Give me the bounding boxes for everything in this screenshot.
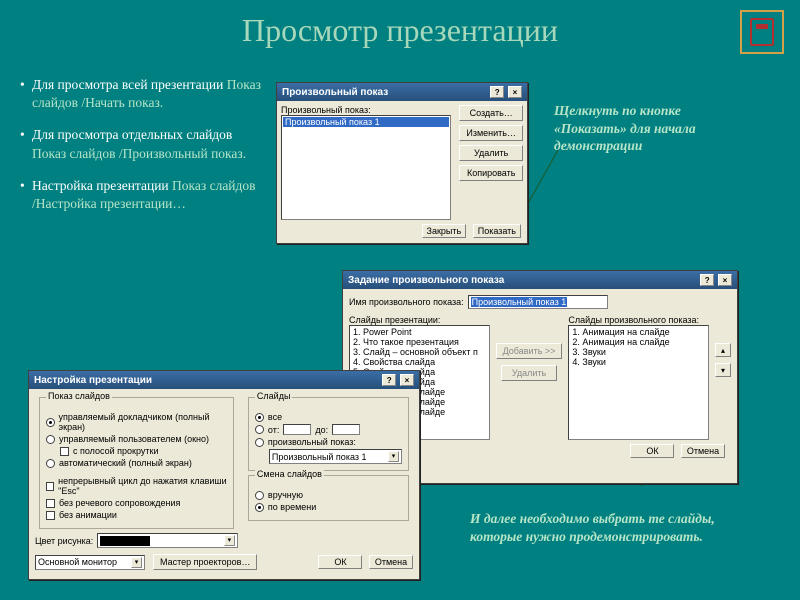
close-button[interactable]: Закрыть xyxy=(422,224,467,238)
close-icon[interactable]: × xyxy=(718,274,732,286)
custom-show-dropdown[interactable]: Произвольный показ 1 ▾ xyxy=(269,449,402,464)
add-button[interactable]: Добавить >> xyxy=(496,343,563,359)
check-no-anim[interactable]: без анимации xyxy=(46,510,227,520)
bullet-item: Для просмотра всей презентации Показ сла… xyxy=(22,76,262,112)
list-item[interactable]: 2. Что такое презентация xyxy=(351,337,488,347)
check-no-voice[interactable]: без речевого сопровождения xyxy=(46,498,227,508)
copy-button[interactable]: Копировать xyxy=(459,165,523,181)
show-button[interactable]: Показать xyxy=(473,224,521,238)
list-label: Произвольный показ: xyxy=(281,105,455,115)
delete-button[interactable]: Удалить xyxy=(459,145,523,161)
help-icon[interactable]: ? xyxy=(490,86,504,98)
dialog-title: Настройка презентации xyxy=(34,375,152,386)
radio-manual[interactable]: вручную xyxy=(255,490,402,500)
dialog-title: Задание произвольного показа xyxy=(348,275,504,286)
edit-button[interactable]: Изменить… xyxy=(459,125,523,141)
setup-show-dialog: Настройка презентации ? × Показ слайдов … xyxy=(28,370,420,580)
pen-color-dropdown[interactable]: ▾ xyxy=(97,533,238,548)
close-icon[interactable]: × xyxy=(400,374,414,386)
create-button[interactable]: Создать… xyxy=(459,105,523,121)
list-item[interactable]: 4. Свойства слайда xyxy=(351,357,488,367)
list-item[interactable]: 1. Анимация на слайде xyxy=(570,327,707,337)
bullet-list: Для просмотра всей презентации Показ сла… xyxy=(22,76,262,227)
radio-presenter[interactable]: управляемый докладчиком (полный экран) xyxy=(46,412,227,432)
list-item[interactable]: 1. Power Point xyxy=(351,327,488,337)
radio-auto[interactable]: автоматический (полный экран) xyxy=(46,458,227,468)
caption-select: И далее необходимо выбрать те слайды, ко… xyxy=(470,510,770,545)
radio-range[interactable]: от:до: xyxy=(255,424,402,435)
ok-button[interactable]: ОК xyxy=(318,555,362,569)
help-icon[interactable]: ? xyxy=(700,274,714,286)
list-item[interactable]: 3. Звуки xyxy=(570,347,707,357)
bullet-item: Для просмотра отдельных слайдов Показ сл… xyxy=(22,126,262,162)
projector-master-button[interactable]: Мастер проекторов… xyxy=(153,554,257,570)
show-name-input[interactable]: Произвольный показ 1 xyxy=(468,295,608,309)
monitor-dropdown[interactable]: Основной монитор ▾ xyxy=(35,555,145,570)
remove-button[interactable]: Удалить xyxy=(501,365,557,381)
custom-show-list[interactable]: Произвольный показ 1 xyxy=(281,115,451,220)
check-scrollbar[interactable]: с полосой прокрутки xyxy=(60,446,227,456)
show-type-group: Показ слайдов управляемый докладчиком (п… xyxy=(39,397,234,529)
list-item[interactable]: 3. Слайд – основной объект п xyxy=(351,347,488,357)
advance-group: Смена слайдов вручную по времени xyxy=(248,475,409,521)
check-loop[interactable]: непрерывный цикл до нажатия клавиши "Esc… xyxy=(46,476,227,496)
list-item[interactable]: Произвольный показ 1 xyxy=(283,117,449,127)
source-label: Слайды презентации: xyxy=(349,315,490,325)
target-slides-list[interactable]: 1. Анимация на слайде2. Анимация на слай… xyxy=(568,325,709,440)
name-label: Имя произвольного показа: xyxy=(349,297,464,307)
cancel-button[interactable]: Отмена xyxy=(369,555,413,569)
move-down-button[interactable]: ▾ xyxy=(715,363,731,377)
close-icon[interactable]: × xyxy=(508,86,522,98)
bullet-item: Настройка презентации Показ слайдов /Нас… xyxy=(22,177,262,213)
page-title: Просмотр презентации xyxy=(0,0,800,49)
move-up-button[interactable]: ▴ xyxy=(715,343,731,357)
radio-all[interactable]: все xyxy=(255,412,402,422)
ok-button[interactable]: ОК xyxy=(630,444,674,458)
radio-custom-show[interactable]: произвольный показ: xyxy=(255,437,402,447)
help-icon[interactable]: ? xyxy=(382,374,396,386)
list-item[interactable]: 2. Анимация на слайде xyxy=(570,337,707,347)
radio-timed[interactable]: по времени xyxy=(255,502,402,512)
presentation-icon xyxy=(740,10,784,54)
cancel-button[interactable]: Отмена xyxy=(681,444,725,458)
radio-user[interactable]: управляемый пользователем (окно) xyxy=(46,434,227,444)
chevron-down-icon: ▾ xyxy=(224,535,235,546)
pen-color-label: Цвет рисунка: xyxy=(35,536,93,546)
caption-show: Щелкнуть по кнопке «Показать» для начала… xyxy=(554,102,744,155)
dialog-title: Произвольный показ xyxy=(282,87,388,98)
custom-show-dialog: Произвольный показ ? × Произвольный пока… xyxy=(276,82,528,244)
slides-group: Слайды все от:до: произвольный показ: Пр… xyxy=(248,397,409,471)
list-item[interactable]: 4. Звуки xyxy=(570,357,707,367)
target-label: Слайды произвольного показа: xyxy=(568,315,709,325)
chevron-down-icon: ▾ xyxy=(131,557,142,568)
chevron-down-icon: ▾ xyxy=(388,451,399,462)
